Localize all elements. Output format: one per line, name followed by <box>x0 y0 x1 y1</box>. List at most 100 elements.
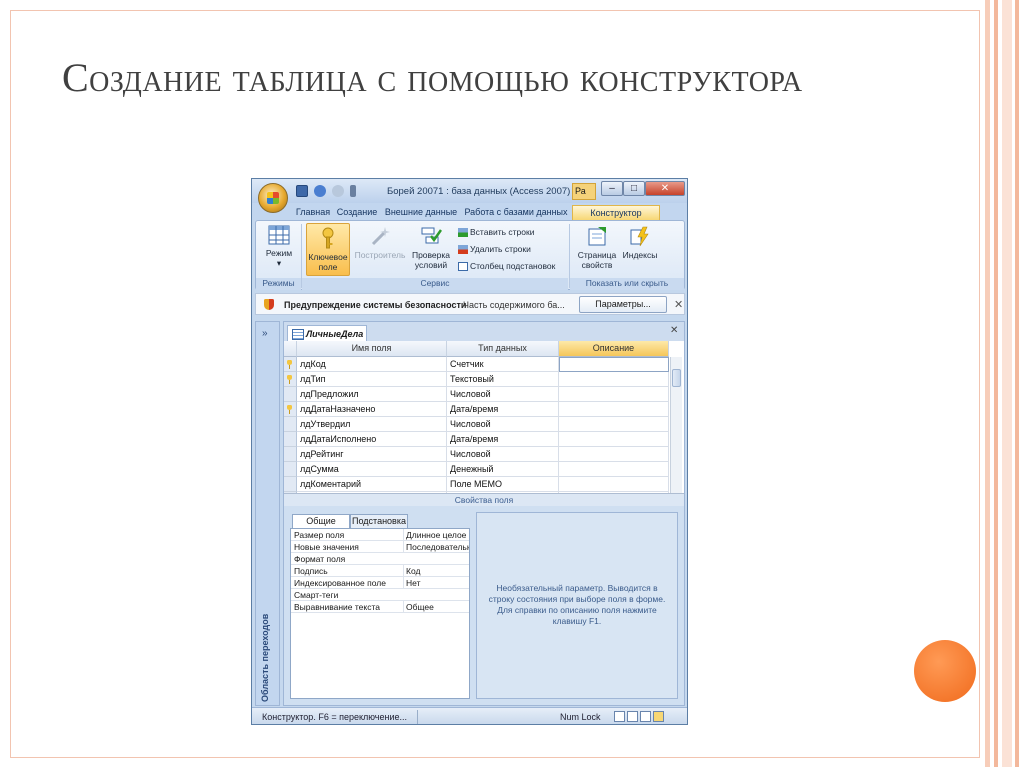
datasheet-view-icon[interactable] <box>614 711 625 722</box>
property-value[interactable]: Общее <box>403 601 469 613</box>
field-name-cell[interactable]: лдУтвердил <box>297 417 447 432</box>
property-value[interactable]: Длинное целое <box>403 529 469 541</box>
property-row[interactable]: Новые значения Последовательные <box>291 541 469 553</box>
row-selector[interactable] <box>284 462 297 477</box>
table-row[interactable]: лдКод Счетчик <box>284 357 669 372</box>
property-row[interactable]: Размер поля Длинное целое <box>291 529 469 541</box>
insert-rows-button[interactable]: Вставить строки <box>458 227 534 238</box>
data-type-cell[interactable]: Текстовый <box>447 372 559 387</box>
property-row[interactable]: Индексированное поле Нет <box>291 577 469 589</box>
row-selector[interactable] <box>284 357 297 372</box>
column-header-field-name[interactable]: Имя поля <box>297 341 447 357</box>
design-view-icon[interactable] <box>653 711 664 722</box>
pivot-chart-view-icon[interactable] <box>640 711 651 722</box>
field-name-cell[interactable]: лдДатаИсполнено <box>297 432 447 447</box>
data-type-cell[interactable]: Дата/время <box>447 402 559 417</box>
data-type-cell[interactable]: Дата/время <box>447 432 559 447</box>
field-name-cell[interactable]: лдРейтинг <box>297 447 447 462</box>
field-properties-title: Свойства поля <box>284 493 684 506</box>
document-tab[interactable]: ЛичныеДела <box>287 325 367 341</box>
close-icon[interactable]: ✕ <box>674 298 683 311</box>
row-selector[interactable] <box>284 447 297 462</box>
undo-icon[interactable] <box>314 185 326 197</box>
column-header-description[interactable]: Описание <box>559 341 669 357</box>
data-type-cell[interactable]: Поле MEMO <box>447 477 559 492</box>
status-text: Конструктор. F6 = переключение... <box>262 712 408 722</box>
minimize-button[interactable]: – <box>601 181 623 196</box>
options-button[interactable]: Параметры... <box>579 296 667 313</box>
builder-button[interactable]: Построитель <box>352 225 408 260</box>
row-selector[interactable] <box>284 402 297 417</box>
field-name-cell[interactable]: лдКоментарий <box>297 477 447 492</box>
indexes-button[interactable]: Индексы <box>620 225 660 260</box>
key-field-button[interactable]: Ключевое поле <box>306 223 350 276</box>
property-row[interactable]: Смарт-теги <box>291 589 469 601</box>
navigation-pane[interactable]: » Область переходов <box>255 321 280 706</box>
property-value[interactable]: Нет <box>403 577 469 589</box>
check-conditions-button[interactable]: Проверка условий <box>408 225 454 270</box>
data-type-cell[interactable]: Числовой <box>447 387 559 402</box>
description-cell[interactable] <box>559 372 669 387</box>
data-type-cell[interactable]: Денежный <box>447 462 559 477</box>
description-cell[interactable] <box>559 387 669 402</box>
property-row[interactable]: Формат поля <box>291 553 469 565</box>
description-cell[interactable] <box>559 402 669 417</box>
field-name-cell[interactable]: лдДатаНазначено <box>297 402 447 417</box>
tab-external-data[interactable]: Внешние данные <box>382 205 460 220</box>
table-row[interactable]: лдПредложил Числовой <box>284 387 669 402</box>
vertical-scrollbar[interactable] <box>670 357 682 493</box>
field-name-cell[interactable]: лдСумма <box>297 462 447 477</box>
table-row[interactable]: лдРейтинг Числовой <box>284 447 669 462</box>
close-icon[interactable]: ✕ <box>670 325 678 336</box>
row-selector[interactable] <box>284 387 297 402</box>
data-type-cell[interactable]: Числовой <box>447 417 559 432</box>
description-cell[interactable] <box>559 477 669 492</box>
table-row[interactable]: лдТип Текстовый <box>284 372 669 387</box>
maximize-button[interactable]: □ <box>623 181 645 196</box>
table-row[interactable]: лдДатаНазначено Дата/время <box>284 402 669 417</box>
column-header-data-type[interactable]: Тип данных <box>447 341 559 357</box>
property-value[interactable]: Последовательные <box>403 541 469 553</box>
field-name-cell[interactable]: лдТип <box>297 372 447 387</box>
tab-database-tools[interactable]: Работа с базами данных <box>462 205 570 220</box>
scrollbar-thumb[interactable] <box>672 369 681 387</box>
security-warning-message: Часть содержимого ба... <box>463 300 565 310</box>
close-button[interactable]: ✕ <box>645 181 685 196</box>
property-row[interactable]: Подпись Код <box>291 565 469 577</box>
mode-button[interactable]: Режим ▾ <box>260 225 298 268</box>
table-row[interactable]: лдКоментарий Поле MEMO <box>284 477 669 492</box>
description-cell[interactable] <box>559 357 669 372</box>
property-row[interactable]: Выравнивание текста Общее <box>291 601 469 613</box>
table-row[interactable]: лдУтвердил Числовой <box>284 417 669 432</box>
pivot-table-view-icon[interactable] <box>627 711 638 722</box>
tab-design[interactable]: Конструктор <box>572 205 660 220</box>
data-type-cell[interactable]: Числовой <box>447 447 559 462</box>
redo-icon[interactable] <box>332 185 344 197</box>
tab-create[interactable]: Создание <box>335 205 379 220</box>
lookup-column-button[interactable]: Столбец подстановок <box>458 261 555 272</box>
row-selector[interactable] <box>284 432 297 447</box>
description-cell[interactable] <box>559 462 669 477</box>
property-sheet-button[interactable]: Страница свойств <box>574 225 620 270</box>
description-cell[interactable] <box>559 417 669 432</box>
row-selector[interactable] <box>284 372 297 387</box>
tab-general[interactable]: Общие <box>292 514 350 528</box>
row-selector[interactable] <box>284 477 297 492</box>
save-icon[interactable] <box>296 185 308 197</box>
qat-dropdown-icon[interactable] <box>350 185 356 197</box>
description-cell[interactable] <box>559 447 669 462</box>
property-value[interactable]: Код <box>403 565 469 577</box>
tab-lookup[interactable]: Подстановка <box>350 514 408 528</box>
table-row[interactable]: лдСумма Денежный <box>284 462 669 477</box>
office-button[interactable] <box>258 183 288 213</box>
field-name-cell[interactable]: лдКод <box>297 357 447 372</box>
delete-rows-button[interactable]: Удалить строки <box>458 244 531 255</box>
tab-home[interactable]: Главная <box>292 205 334 220</box>
row-selector[interactable] <box>284 417 297 432</box>
data-type-cell[interactable]: Счетчик <box>447 357 559 372</box>
indexes-label: Индексы <box>622 250 658 260</box>
field-name-cell[interactable]: лдПредложил <box>297 387 447 402</box>
description-cell[interactable] <box>559 432 669 447</box>
chevron-right-icon[interactable]: » <box>262 328 268 339</box>
table-row[interactable]: лдДатаИсполнено Дата/время <box>284 432 669 447</box>
